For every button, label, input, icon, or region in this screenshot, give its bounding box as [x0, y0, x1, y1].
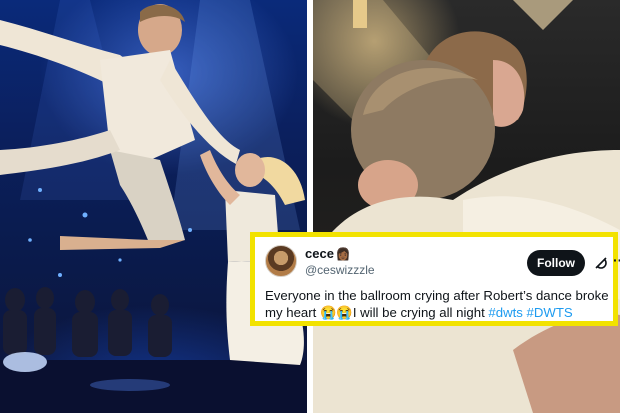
name-emoji: 👩🏾	[335, 247, 351, 261]
tweet-header: cece👩🏾 @ceswizzzle Follow ···	[265, 245, 620, 281]
man-head	[351, 60, 495, 210]
follow-button[interactable]: Follow	[527, 250, 585, 276]
hashtag-DWTS[interactable]: #DWTS	[527, 305, 573, 320]
stage-light	[513, 0, 573, 30]
floor-spotlight	[3, 352, 47, 372]
avatar[interactable]	[265, 245, 297, 277]
display-name[interactable]: cece 👩🏾	[305, 246, 351, 261]
grok-icon[interactable]	[593, 255, 609, 271]
stage-light	[353, 0, 367, 28]
left-photo-dance-leap	[0, 0, 307, 413]
tweet-text-part2: I will be crying all night	[352, 305, 489, 320]
tweet-card: cece👩🏾 @ceswizzzle Follow ··· Everyone i…	[250, 232, 620, 326]
dance-leap-illustration	[0, 0, 307, 413]
audience-silhouettes	[3, 287, 172, 357]
hashtag-dwts[interactable]: #dwts	[488, 305, 522, 320]
user-handle[interactable]: @ceswizzzle	[305, 263, 375, 277]
display-name-text[interactable]: cece	[305, 246, 334, 261]
tweet-text: Everyone in the ballroom crying after Ro…	[265, 287, 617, 321]
more-icon[interactable]: ···	[613, 253, 620, 270]
embrace-illustration	[313, 0, 620, 413]
right-photo-embrace	[313, 0, 620, 413]
crying-emojis: 😭😭	[319, 305, 353, 320]
